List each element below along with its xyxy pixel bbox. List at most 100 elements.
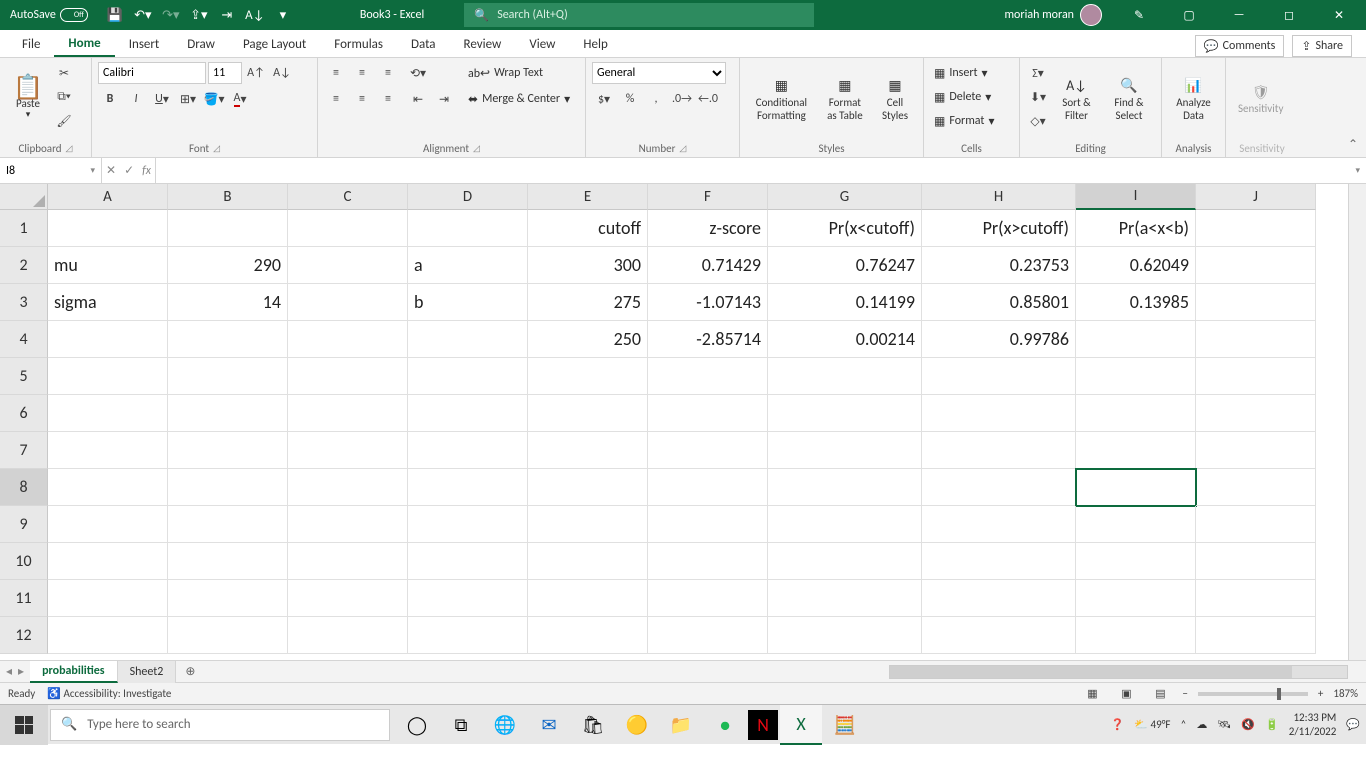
cell-J7[interactable] xyxy=(1196,432,1316,469)
cell-G4[interactable]: 0.00214 xyxy=(768,321,922,358)
font-color-button[interactable]: A▾ xyxy=(228,88,252,110)
cell-G11[interactable] xyxy=(768,580,922,617)
cell-A3[interactable]: sigma xyxy=(48,284,168,321)
format-cells-button[interactable]: ▦Format▾ xyxy=(930,110,998,132)
comments-button[interactable]: 💬Comments xyxy=(1195,35,1285,57)
cell-B7[interactable] xyxy=(168,432,288,469)
qat-customize-icon[interactable]: ▾ xyxy=(270,3,296,27)
sheet-nav-prev-icon[interactable]: ◂ xyxy=(6,664,12,679)
cell-I3[interactable]: 0.13985 xyxy=(1076,284,1196,321)
cell-G8[interactable] xyxy=(768,469,922,506)
copy-icon[interactable]: ⧉▾ xyxy=(52,86,76,108)
column-header[interactable]: F xyxy=(648,184,768,210)
cell-E6[interactable] xyxy=(528,395,648,432)
cell-G3[interactable]: 0.14199 xyxy=(768,284,922,321)
cell-E3[interactable]: 275 xyxy=(528,284,648,321)
row-header[interactable]: 10 xyxy=(0,543,48,580)
normal-view-icon[interactable]: ▦ xyxy=(1080,685,1104,703)
row-header[interactable]: 2 xyxy=(0,247,48,284)
row-header[interactable]: 7 xyxy=(0,432,48,469)
cell-G1[interactable]: Pr(x<cutoff) xyxy=(768,210,922,247)
increase-font-icon[interactable]: A↑ xyxy=(244,62,268,84)
merge-center-button[interactable]: ⬌Merge & Center▾ xyxy=(464,88,574,110)
task-view-icon[interactable]: ⧉ xyxy=(440,705,482,745)
cell-I10[interactable] xyxy=(1076,543,1196,580)
cell-A5[interactable] xyxy=(48,358,168,395)
percent-icon[interactable]: % xyxy=(618,88,642,110)
name-box[interactable]: ▾ xyxy=(0,158,102,183)
cell-J10[interactable] xyxy=(1196,543,1316,580)
clock[interactable]: 12:33 PM 2/11/2022 xyxy=(1289,711,1337,737)
fill-color-button[interactable]: 🪣▾ xyxy=(202,88,226,110)
calculator-icon[interactable]: 🧮 xyxy=(824,705,866,745)
cell-H4[interactable]: 0.99786 xyxy=(922,321,1076,358)
cell-E1[interactable]: cutoff xyxy=(528,210,648,247)
dialog-launcher-icon[interactable]: ◿ xyxy=(213,143,220,154)
cell-E5[interactable] xyxy=(528,358,648,395)
cell-I7[interactable] xyxy=(1076,432,1196,469)
italic-button[interactable]: I xyxy=(124,88,148,110)
cell-I5[interactable] xyxy=(1076,358,1196,395)
zoom-slider[interactable] xyxy=(1198,692,1308,696)
cell-D10[interactable] xyxy=(408,543,528,580)
cell-C11[interactable] xyxy=(288,580,408,617)
horizontal-scrollbar[interactable] xyxy=(889,665,1348,679)
page-break-view-icon[interactable]: ▤ xyxy=(1148,685,1172,703)
row-header[interactable]: 5 xyxy=(0,358,48,395)
cell-B9[interactable] xyxy=(168,506,288,543)
spotify-icon[interactable]: ● xyxy=(704,705,746,745)
cell-A11[interactable] xyxy=(48,580,168,617)
column-header[interactable]: B xyxy=(168,184,288,210)
cell-E12[interactable] xyxy=(528,617,648,654)
cell-C6[interactable] xyxy=(288,395,408,432)
comma-icon[interactable]: , xyxy=(644,88,668,110)
cell-A6[interactable] xyxy=(48,395,168,432)
align-bottom-icon[interactable]: ≡ xyxy=(376,62,400,84)
tab-formulas[interactable]: Formulas xyxy=(320,31,397,57)
cell-C7[interactable] xyxy=(288,432,408,469)
cut-icon[interactable]: ✂ xyxy=(52,62,76,84)
cell-E7[interactable] xyxy=(528,432,648,469)
row-header[interactable]: 3 xyxy=(0,284,48,321)
cell-H2[interactable]: 0.23753 xyxy=(922,247,1076,284)
close-icon[interactable]: ✕ xyxy=(1316,0,1362,30)
cell-D3[interactable]: b xyxy=(408,284,528,321)
align-left-icon[interactable]: ≡ xyxy=(324,88,348,110)
column-header[interactable]: G xyxy=(768,184,922,210)
explorer-icon[interactable]: 📁 xyxy=(660,705,702,745)
row-header[interactable]: 8 xyxy=(0,469,48,506)
find-select-button[interactable]: 🔍Find & Select xyxy=(1103,62,1155,138)
cell-E4[interactable]: 250 xyxy=(528,321,648,358)
cell-J8[interactable] xyxy=(1196,469,1316,506)
cell-B8[interactable] xyxy=(168,469,288,506)
cell-G6[interactable] xyxy=(768,395,922,432)
cell-H6[interactable] xyxy=(922,395,1076,432)
align-center-icon[interactable]: ≡ xyxy=(350,88,374,110)
sort-filter-button[interactable]: A↓Sort & Filter xyxy=(1052,62,1101,138)
cell-B6[interactable] xyxy=(168,395,288,432)
store-icon[interactable]: 🛍 xyxy=(572,705,614,745)
sheet-tab-sheet2[interactable]: Sheet2 xyxy=(118,661,177,683)
increase-decimal-icon[interactable]: .0→ xyxy=(670,88,694,110)
cell-J9[interactable] xyxy=(1196,506,1316,543)
tab-view[interactable]: View xyxy=(515,31,569,57)
cell-F6[interactable] xyxy=(648,395,768,432)
column-header[interactable]: E xyxy=(528,184,648,210)
increase-indent-icon[interactable]: ⇥ xyxy=(432,88,456,110)
cell-I1[interactable]: Pr(a<x<b) xyxy=(1076,210,1196,247)
excel-taskbar-icon[interactable]: X xyxy=(780,705,822,745)
cell-D5[interactable] xyxy=(408,358,528,395)
row-header[interactable]: 1 xyxy=(0,210,48,247)
cell-D9[interactable] xyxy=(408,506,528,543)
cell-C3[interactable] xyxy=(288,284,408,321)
cell-C1[interactable] xyxy=(288,210,408,247)
decrease-indent-icon[interactable]: ⇤ xyxy=(406,88,430,110)
cell-F7[interactable] xyxy=(648,432,768,469)
cell-C12[interactable] xyxy=(288,617,408,654)
sheet-tab-probabilities[interactable]: probabilities xyxy=(30,661,118,683)
cell-F10[interactable] xyxy=(648,543,768,580)
insert-cells-button[interactable]: ▦Insert▾ xyxy=(930,62,998,84)
cell-H8[interactable] xyxy=(922,469,1076,506)
cell-J4[interactable] xyxy=(1196,321,1316,358)
tab-help[interactable]: Help xyxy=(569,31,621,57)
